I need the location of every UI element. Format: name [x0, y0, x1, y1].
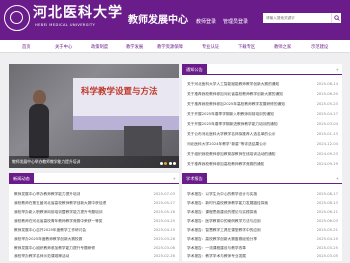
carousel-dot[interactable]	[168, 162, 172, 165]
notice-item[interactable]: 河北医科大学2024年教学“新星”等评选结果公示 2024-12-04	[187, 142, 338, 149]
news-carousel[interactable]: 科学教学设置与方法 教师发展中心举办教师教学能力提升培训	[9, 64, 179, 168]
news-item[interactable]: 我校教师在河北省高校青年教师教学竞赛中荣获一等奖 2025-04-25	[14, 219, 175, 226]
admin-login-link[interactable]: 管理员登录	[223, 18, 248, 25]
lecture-item[interactable]: 学术报告：教学学术与教师专业发展 2025-03-05	[187, 254, 338, 261]
notice-item[interactable]: 关于推荐我校教师参加2025年高校教师教学发展研修的通知 2025-05-23	[187, 102, 338, 109]
nav-item-about[interactable]: 关于中心	[55, 44, 72, 50]
carousel-dot[interactable]	[159, 162, 163, 165]
nav-item-policy[interactable]: 政策制度	[91, 44, 108, 50]
speaker-figure	[29, 104, 49, 158]
notice-item[interactable]: 关于公布河北医科大学教学名师拟推荐人选名单的公示 2025-01-13	[187, 132, 338, 139]
nav-item-teachers-home[interactable]: 教师之家	[274, 44, 291, 50]
search-button[interactable]	[331, 13, 341, 23]
lecture-item[interactable]: 学术报告：智慧教学工具在课堂教学中的应用 2025-05-21	[187, 228, 338, 235]
nav-item-resources[interactable]: 教学资源保障	[157, 44, 183, 50]
search-input[interactable]	[263, 13, 331, 23]
notices-title: 通知公告	[182, 64, 207, 75]
lecture-item[interactable]: 学术报告：医学教育中的案例教学方法与应用 2025-06-03	[187, 219, 338, 226]
news-panel: 新闻动态 + 教师发展中心举办教师教学能力提升培训 2025-07-03 我校教师…	[9, 173, 179, 261]
lecture-item[interactable]: 学术报告：以学生为中心的教学设计与实施 2025-08-17	[187, 192, 338, 199]
notice-item[interactable]: 关于河北医科大学人工智能赋能教师教学创新大赛的通知 2025-08-14	[187, 82, 338, 89]
lectures-more-link[interactable]: +	[336, 176, 339, 181]
news-item[interactable]: 教师发展中心举办教师教学能力提升培训 2025-07-03	[14, 192, 175, 199]
news-item[interactable]: 我校教师在第五届河北省高校教师教学创新大赛中获佳绩 2025-05-27	[14, 201, 175, 208]
speaker-head	[33, 90, 46, 105]
nav-item-certification[interactable]: 专业认证	[202, 44, 219, 50]
news-item[interactable]: 我校举办2025年度教师教学创新大赛校赛 2025-03-28	[14, 237, 175, 244]
news-item[interactable]: 教师发展中心召开2025年度教学工作研讨会 2025-04-15	[14, 228, 175, 235]
center-name: 教师发展中心	[128, 15, 188, 26]
news-title: 新闻动态	[9, 173, 34, 184]
nav-item-downloads[interactable]: 下载专区	[238, 44, 255, 50]
notice-item[interactable]: 关于开展2025年春季学期新进教师教学能力培训的通知 2025-03-04	[187, 122, 338, 129]
notices-panel: 通知公告 + 关于河北医科大学人工智能赋能教师教学创新大赛的通知 2025-08-…	[182, 64, 342, 175]
seal-inner-ring	[10, 11, 23, 24]
slide-title: 科学教学设置与方法	[81, 87, 158, 97]
lecture-item[interactable]: 学术报告：一流课程建设与教学改革 2025-03-25	[187, 246, 338, 253]
main-nav: 首页 关于中心 政策制度 教学发展 教学资源保障 专业认证 下载专区 教师之家 …	[0, 40, 350, 53]
notice-item[interactable]: 关于组织我校教师参加教育部教师在线培训活动的通知 2024-09-23	[187, 152, 338, 159]
lecture-item[interactable]: 学术报告：新时代高校教师教学能力发展路径探索 2025-08-13	[187, 201, 338, 208]
notice-item[interactable]: 关于推荐我校教师参加河北省高校教师教学创新大赛的通知 2025-06-20	[187, 92, 338, 99]
school-name-en: HEBEI MEDICAL UNIVERSITY	[35, 23, 96, 27]
news-item[interactable]: 我校举办新入职教师岗前培训暨教学能力提升专题培训 2025-05-16	[14, 210, 175, 217]
nav-item-home[interactable]: 首页	[22, 44, 31, 50]
carousel-dots	[158, 161, 176, 166]
nav-item-demonstration[interactable]: 示范建设	[311, 44, 328, 50]
carousel-caption[interactable]: 教师发展中心举办教师教学能力提升培训	[12, 159, 80, 165]
notice-item[interactable]: 关于开展2025年春季学期新入职教师岗前培训的通知 2025-04-17	[187, 112, 338, 119]
news-item[interactable]: 我校举办教学名师示范课观摩活动 2025-02-26	[14, 254, 175, 261]
podium	[124, 126, 162, 156]
site-header: 河北医科大学 HEBEI MEDICAL UNIVERSITY 教师发展中心 教…	[0, 0, 350, 40]
carousel-dot-active[interactable]	[164, 162, 167, 165]
notices-more-link[interactable]: +	[336, 67, 339, 72]
lecture-item[interactable]: 学术报告：高校教学创新大赛备赛经验分享 2025-04-15	[187, 237, 338, 244]
search-icon	[334, 15, 340, 21]
nav-item-teaching-development[interactable]: 教学发展	[126, 44, 143, 50]
lectures-panel: 学术报告 + 学术报告：以学生为中心的教学设计与实施 2025-08-17 学术报…	[182, 173, 342, 261]
notice-item[interactable]: 关于推荐我校教师参加高校教师教学竞赛的通知 2024-09-19	[187, 162, 338, 169]
teacher-login-link[interactable]: 教师登录	[196, 18, 216, 25]
news-more-link[interactable]: +	[173, 176, 176, 181]
lecture-item[interactable]: 学术报告：课程思政建设的理论与实践探索 2025-06-11	[187, 210, 338, 217]
school-name: 河北医科大学	[33, 5, 123, 21]
university-seal-logo[interactable]	[4, 5, 30, 31]
carousel-dot[interactable]	[173, 162, 176, 165]
lectures-title: 学术报告	[182, 173, 207, 184]
news-item[interactable]: 教师发展中心组织教师参加教学能力提升专题研修 2025-03-06	[14, 246, 175, 253]
